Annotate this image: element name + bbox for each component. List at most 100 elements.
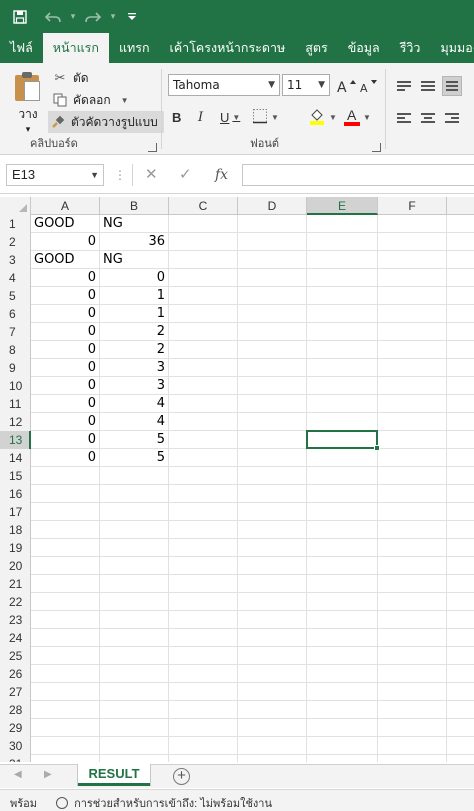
row-header[interactable]: 13 xyxy=(0,431,31,449)
cell-a8[interactable]: 0 xyxy=(31,341,100,359)
cancel-icon[interactable]: ✕ xyxy=(145,164,158,186)
cell-b19[interactable] xyxy=(100,539,169,557)
cell-b14[interactable]: 5 xyxy=(100,449,169,467)
row-header[interactable]: 24 xyxy=(0,629,31,647)
cell-b28[interactable] xyxy=(100,701,169,719)
cell-b24[interactable] xyxy=(100,629,169,647)
column-header-e[interactable]: E xyxy=(307,197,378,215)
cell-a21[interactable] xyxy=(31,575,100,593)
cell-b16[interactable] xyxy=(100,485,169,503)
cell-d11[interactable] xyxy=(238,395,307,413)
row-header[interactable]: 10 xyxy=(0,377,31,395)
cell-b23[interactable] xyxy=(100,611,169,629)
tab-3[interactable]: เค้าโครงหน้ากระดาษ xyxy=(160,33,296,63)
row-header[interactable]: 12 xyxy=(0,413,31,431)
cell-a17[interactable] xyxy=(31,503,100,521)
spreadsheet-grid[interactable]: ABCDEF 1 GOOD NG 2 0 36 3 GOOD NG 4 0 0 5 0 1 6 0 1 7 0 2 8 0 2… xyxy=(0,197,474,762)
cell-b31[interactable] xyxy=(100,755,169,762)
cell-c28[interactable] xyxy=(169,701,238,719)
cell-b6[interactable]: 1 xyxy=(100,305,169,323)
row-header[interactable]: 20 xyxy=(0,557,31,575)
cell-c12[interactable] xyxy=(169,413,238,431)
cell-d5[interactable] xyxy=(238,287,307,305)
customize-quick-access-icon[interactable] xyxy=(120,0,144,33)
align-center-icon[interactable] xyxy=(418,108,438,128)
cell-a12[interactable]: 0 xyxy=(31,413,100,431)
cell-c29[interactable] xyxy=(169,719,238,737)
cell-b4[interactable]: 0 xyxy=(100,269,169,287)
cell-f6[interactable] xyxy=(378,305,447,323)
cell-d19[interactable] xyxy=(238,539,307,557)
copy-button[interactable]: คัดลอก ▼ xyxy=(52,90,129,110)
cell-e30[interactable] xyxy=(307,737,378,755)
cell-a18[interactable] xyxy=(31,521,100,539)
row-header[interactable]: 26 xyxy=(0,665,31,683)
cell-b15[interactable] xyxy=(100,467,169,485)
cell-a9[interactable]: 0 xyxy=(31,359,100,377)
redo-dropdown-icon[interactable]: ▾ xyxy=(106,0,120,33)
row-header[interactable]: 1 xyxy=(0,215,31,233)
add-sheet-icon[interactable]: + xyxy=(173,768,190,785)
cell-b18[interactable] xyxy=(100,521,169,539)
cell-b30[interactable] xyxy=(100,737,169,755)
cell-e15[interactable] xyxy=(307,467,378,485)
cell-e6[interactable] xyxy=(307,305,378,323)
cell-c27[interactable] xyxy=(169,683,238,701)
cell-a10[interactable]: 0 xyxy=(31,377,100,395)
cell-c15[interactable] xyxy=(169,467,238,485)
cell-a27[interactable] xyxy=(31,683,100,701)
cell-c26[interactable] xyxy=(169,665,238,683)
align-top-icon[interactable] xyxy=(394,76,414,96)
cell-c7[interactable] xyxy=(169,323,238,341)
cell-f17[interactable] xyxy=(378,503,447,521)
cell-a6[interactable]: 0 xyxy=(31,305,100,323)
cell-d12[interactable] xyxy=(238,413,307,431)
tab-4[interactable]: สูตร xyxy=(295,33,337,63)
cell-f28[interactable] xyxy=(378,701,447,719)
cell-c13[interactable] xyxy=(169,431,238,449)
align-right-icon[interactable] xyxy=(442,108,462,128)
tab-1[interactable]: หน้าแรก xyxy=(42,33,109,63)
paste-button[interactable]: วาง ▾ xyxy=(10,69,46,134)
row-header[interactable]: 30 xyxy=(0,737,31,755)
enter-icon[interactable]: ✓ xyxy=(179,164,192,186)
cell-a15[interactable] xyxy=(31,467,100,485)
row-header[interactable]: 8 xyxy=(0,341,31,359)
row-header[interactable]: 2 xyxy=(0,233,31,251)
cell-a16[interactable] xyxy=(31,485,100,503)
cell-f21[interactable] xyxy=(378,575,447,593)
font-size-select[interactable]: 11 ▼ xyxy=(282,74,330,96)
cell-b29[interactable] xyxy=(100,719,169,737)
cell-c25[interactable] xyxy=(169,647,238,665)
cell-e1[interactable] xyxy=(307,215,378,233)
cell-d26[interactable] xyxy=(238,665,307,683)
accessibility-status[interactable]: การช่วยสำหรับการเข้าถึง: ไม่พร้อมใช้งาน xyxy=(56,794,272,811)
cell-f27[interactable] xyxy=(378,683,447,701)
cell-e3[interactable] xyxy=(307,251,378,269)
row-header[interactable]: 22 xyxy=(0,593,31,611)
row-header[interactable]: 7 xyxy=(0,323,31,341)
cell-f10[interactable] xyxy=(378,377,447,395)
font-launcher-icon[interactable] xyxy=(372,143,381,152)
scroll-right-icon[interactable]: ▶ xyxy=(44,769,52,780)
cell-e17[interactable] xyxy=(307,503,378,521)
cell-c23[interactable] xyxy=(169,611,238,629)
cell-d18[interactable] xyxy=(238,521,307,539)
cell-d3[interactable] xyxy=(238,251,307,269)
cell-a4[interactable]: 0 xyxy=(31,269,100,287)
cell-a13[interactable]: 0 xyxy=(31,431,100,449)
cell-b8[interactable]: 2 xyxy=(100,341,169,359)
row-header[interactable]: 29 xyxy=(0,719,31,737)
column-header-a[interactable]: A xyxy=(31,197,100,215)
cell-f15[interactable] xyxy=(378,467,447,485)
cell-a14[interactable]: 0 xyxy=(31,449,100,467)
row-header[interactable]: 3 xyxy=(0,251,31,269)
cell-a31[interactable] xyxy=(31,755,100,762)
font-color-button[interactable]: A ▼ xyxy=(344,106,371,128)
cell-d30[interactable] xyxy=(238,737,307,755)
cell-f19[interactable] xyxy=(378,539,447,557)
cell-d10[interactable] xyxy=(238,377,307,395)
cell-f4[interactable] xyxy=(378,269,447,287)
cell-c24[interactable] xyxy=(169,629,238,647)
cell-c19[interactable] xyxy=(169,539,238,557)
